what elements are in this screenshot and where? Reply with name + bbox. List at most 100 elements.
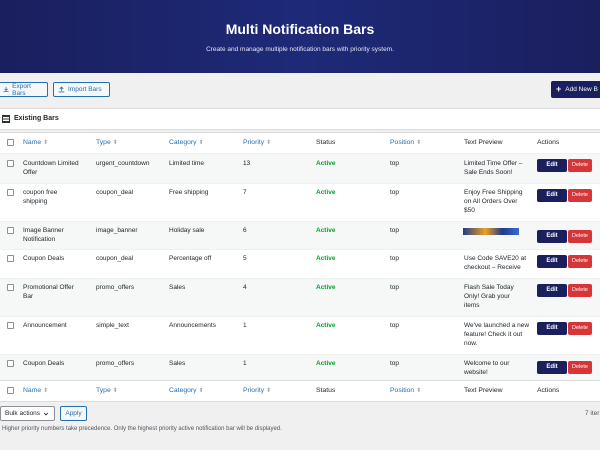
edit-button[interactable]: Edit [537,159,567,172]
column-position[interactable]: Position ⬍ [390,387,421,394]
row-priority: 6 [243,227,247,234]
row-checkbox[interactable] [7,227,14,234]
row-category: Limited time [169,160,205,167]
row-type: promo_offers [96,360,135,367]
column-actions: Actions [537,387,560,394]
row-name: Countdown Limited Offer [23,160,79,176]
edit-button[interactable]: Edit [537,361,567,374]
column-text-preview: Text Preview [464,139,503,146]
row-category: Holiday sale [169,227,205,234]
row-status: Active [316,360,336,367]
import-bars-label: Import Bars [68,86,102,93]
column-type[interactable]: Type ⬍ [96,387,118,394]
panel-title: Existing Bars [14,115,59,122]
banner-preview-image [463,228,519,235]
row-preview: Welcome to our website! [464,360,510,376]
row-name: coupon free shipping [23,189,58,205]
table-row: Promotional Offer Bar promo_offers Sales… [0,278,600,316]
edit-button[interactable]: Edit [537,284,567,297]
row-category: Percentage off [169,255,212,262]
row-checkbox[interactable] [7,284,14,291]
sort-icon: ⬍ [416,140,422,146]
column-category[interactable]: Category ⬍ [169,139,204,146]
row-priority: 1 [243,360,247,367]
sort-icon: ⬍ [112,388,118,394]
row-priority: 5 [243,255,247,262]
sort-icon: ⬍ [266,140,272,146]
row-type: coupon_deal [96,255,134,262]
column-type[interactable]: Type ⬍ [96,139,118,146]
plus-icon: + [556,84,562,94]
column-position[interactable]: Position ⬍ [390,139,421,146]
row-type: urgent_countdown [96,160,150,167]
select-all-checkbox[interactable] [7,387,14,394]
column-name[interactable]: Name ⬍ [23,387,48,394]
row-priority: 1 [243,322,247,329]
row-checkbox[interactable] [7,255,14,262]
row-status: Active [316,189,336,196]
row-name: Image Banner Notification [23,227,64,243]
export-bars-button[interactable]: Export Bars [0,82,48,97]
column-name[interactable]: Name ⬍ [23,139,48,146]
row-category: Announcements [169,322,216,329]
table-header: Name ⬍ Type ⬍ Category ⬍ Priority ⬍ Status P… [0,133,600,154]
row-position: top [390,227,400,234]
row-checkbox[interactable] [7,189,14,196]
bulk-actions-label: Bulk actions [5,410,41,417]
row-priority: 13 [243,160,251,167]
sort-icon: ⬍ [112,140,118,146]
bars-table: Name ⬍ Type ⬍ Category ⬍ Priority ⬍ Status P… [0,132,600,402]
column-category[interactable]: Category ⬍ [169,387,204,394]
row-category: Sales [169,360,186,367]
delete-button[interactable]: Delete [568,361,592,374]
priority-note: Higher priority numbers take precedence.… [2,426,282,432]
page-subtitle: Create and manage multiple notification … [206,46,394,53]
column-text-preview: Text Preview [464,387,503,394]
row-preview: Limited Time Offer – Sale Ends Soon! [464,160,523,176]
column-actions: Actions [537,139,560,146]
row-name: Promotional Offer Bar [23,284,74,300]
select-all-checkbox[interactable] [7,139,14,146]
chevron-down-icon [43,412,49,415]
list-icon [2,115,10,123]
column-priority[interactable]: Priority ⬍ [243,139,271,146]
row-checkbox[interactable] [7,322,14,329]
delete-button[interactable]: Delete [568,255,592,268]
row-name: Coupon Deals [23,255,65,262]
page-title: Multi Notification Bars [225,21,375,37]
row-status: Active [316,160,336,167]
row-status: Active [316,322,336,329]
delete-button[interactable]: Delete [568,322,592,335]
add-new-bar-button[interactable]: + Add New B [551,81,600,98]
column-priority[interactable]: Priority ⬍ [243,387,271,394]
sort-icon: ⬍ [43,388,49,394]
apply-button[interactable]: Apply [60,406,87,421]
delete-button[interactable]: Delete [568,284,592,297]
row-position: top [390,189,400,196]
row-position: top [390,322,400,329]
items-count: 7 iter [585,410,600,417]
delete-button[interactable]: Delete [568,230,592,243]
import-bars-button[interactable]: Import Bars [53,82,110,97]
delete-button[interactable]: Delete [568,189,592,202]
row-checkbox[interactable] [7,160,14,167]
edit-button[interactable]: Edit [537,255,567,268]
row-type: simple_text [96,322,129,329]
edit-button[interactable]: Edit [537,189,567,202]
row-preview: We've launched a new feature! Check it o… [464,322,530,347]
table-row: Coupon Deals promo_offers Sales 1 Active… [0,354,600,380]
sort-icon: ⬍ [198,388,204,394]
table-row: Countdown Limited Offer urgent_countdown… [0,153,600,183]
bulk-actions-select[interactable]: Bulk actions [0,406,55,421]
table-footer-header: Name ⬍ Type ⬍ Category ⬍ Priority ⬍ Status P… [0,380,600,401]
row-position: top [390,160,400,167]
row-name: Coupon Deals [23,360,65,367]
row-status: Active [316,255,336,262]
sort-icon: ⬍ [198,140,204,146]
row-preview: Enjoy Free Shipping on All Orders Over $… [464,189,523,214]
edit-button[interactable]: Edit [537,322,567,335]
delete-button[interactable]: Delete [568,159,592,172]
edit-button[interactable]: Edit [537,230,567,243]
row-checkbox[interactable] [7,360,14,367]
column-status: Status [316,387,336,394]
